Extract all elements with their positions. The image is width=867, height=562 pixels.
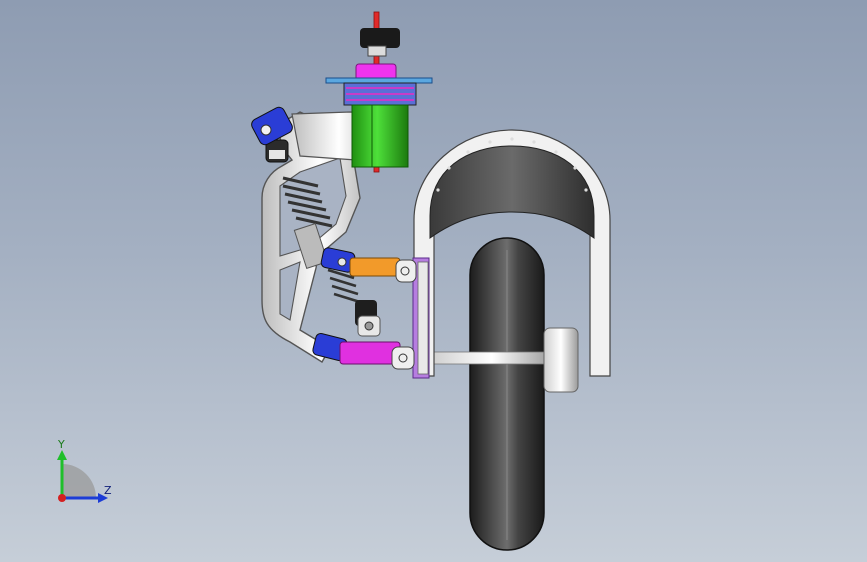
upright-plate-inner (417, 261, 429, 375)
damper-body (351, 104, 409, 168)
shock-lower-bolt (364, 321, 374, 331)
triad-x-origin (58, 494, 66, 502)
top-mount-bolt (260, 124, 272, 136)
triad-quadrant (62, 464, 96, 498)
coordinate-triad-icon[interactable]: Y Z (40, 436, 130, 516)
upper-link[interactable] (320, 247, 417, 283)
top-pulley (360, 28, 400, 48)
lower-link-rod (339, 341, 401, 365)
top-nut (367, 45, 387, 57)
triad-y-label: Y (57, 438, 65, 451)
axle (431, 351, 553, 365)
lower-link-bolt-outer (398, 353, 408, 363)
lower-link[interactable] (312, 332, 415, 370)
wheel-assembly[interactable] (412, 129, 611, 551)
wheel-hub (543, 327, 579, 393)
motor-flange-disc (325, 77, 433, 84)
triad-y-arrow (57, 450, 67, 460)
upper-link-bolt-outer (400, 266, 410, 276)
triad-z-label: Z (104, 484, 112, 497)
upper-link-rod (349, 257, 401, 277)
cad-viewport[interactable] (0, 0, 867, 562)
upper-link-bolt-inner (337, 257, 347, 267)
shock-top-cap-hl (269, 150, 285, 159)
